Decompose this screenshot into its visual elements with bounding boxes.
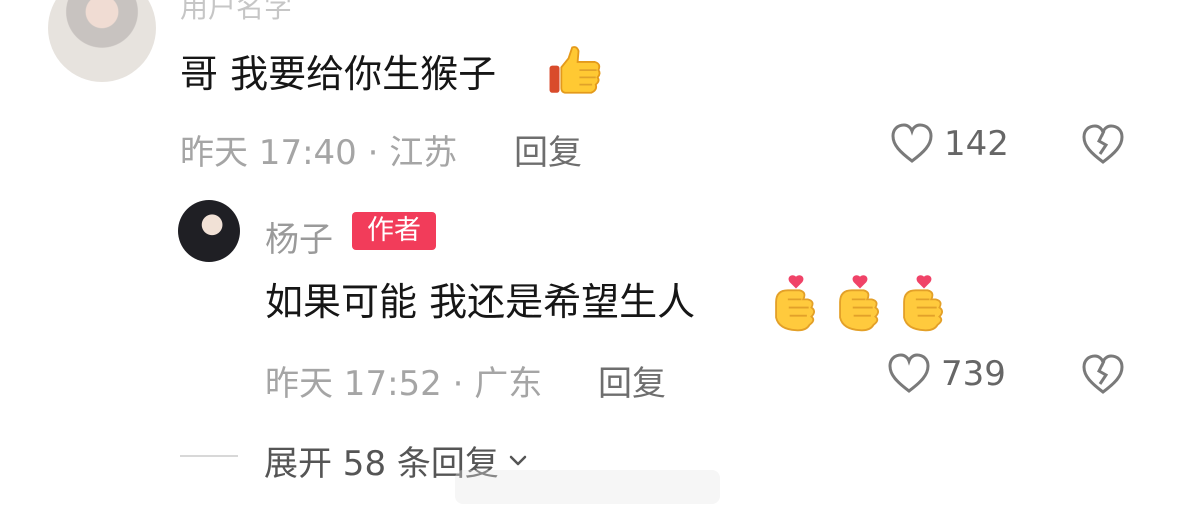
watermark [455,470,720,504]
reply-comment-text: 如果可能 我还是希望生人 [265,280,696,324]
broken-heart-icon[interactable] [1079,121,1127,169]
expand-divider [180,455,238,457]
like-count: 739 [941,354,1006,394]
finger-heart-emoji [775,275,816,332]
main-comment-time-location: 昨天 17:40 · 江苏 [180,133,458,173]
chevron-down-icon [509,455,527,465]
finger-heart-emoji [903,275,944,332]
main-comment-text: 哥 我要给你生猴子 [180,52,497,96]
reply-button[interactable]: 回复 [514,125,582,174]
like-count: 142 [944,124,1009,164]
finger-heart-emoji [839,275,880,332]
commenter-avatar[interactable] [48,0,156,82]
heart-outline-icon [891,123,933,163]
reply-comment-time-location: 昨天 17:52 · 广东 [265,364,543,404]
like-button[interactable]: 739 [885,350,1006,398]
heart-outline-icon [888,353,930,393]
like-button[interactable]: 142 [888,120,1009,168]
cut-username: 用户名字 [180,0,293,24]
reply-button[interactable]: 回复 [598,356,666,405]
comment-thread: 用户名字 哥 我要给你生猴子 昨天 17:40 · 江苏 回复 142 杨子 作… [0,0,1179,518]
author-badge: 作者 [352,212,436,250]
thumbs-up-emoji [549,46,601,94]
broken-heart-icon[interactable] [1079,351,1127,399]
author-avatar[interactable] [178,200,240,262]
author-username[interactable]: 杨子 [265,212,333,261]
